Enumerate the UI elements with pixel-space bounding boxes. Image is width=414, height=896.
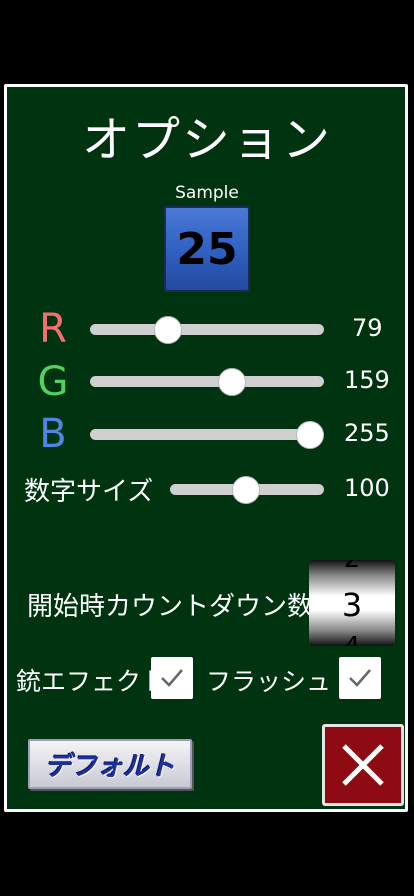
g-slider[interactable] [90,367,324,396]
countdown-current-value: 3 [341,586,363,624]
r-slider[interactable] [90,315,324,344]
number-size-value: 100 [344,474,390,502]
b-value: 255 [344,419,390,447]
gun-effect-checkbox[interactable] [151,657,193,699]
b-slider-knob[interactable] [296,420,324,449]
g-value: 159 [344,366,390,394]
page-title: オプション [81,112,332,168]
checkmark-icon [161,669,183,687]
countdown-picker[interactable]: 2 3 4 [309,560,395,646]
close-x-icon [342,744,384,786]
g-slider-knob[interactable] [217,367,246,396]
countdown-next-value: 4 [309,632,395,646]
sample-number: 25 [176,223,238,275]
sample-preview: 25 [164,206,250,292]
r-slider-knob[interactable] [153,315,182,344]
number-size-slider[interactable] [170,475,324,504]
number-size-slider-knob[interactable] [231,475,260,504]
b-slider[interactable] [90,420,324,449]
default-button-label: デフォルト [44,751,175,782]
checkmark-icon [349,669,371,687]
countdown-prev-value: 2 [309,560,395,574]
number-size-label: 数字サイズ [24,477,154,507]
sample-label: Sample [175,183,239,203]
flash-checkbox[interactable] [339,657,381,699]
close-button[interactable] [322,724,404,806]
default-button[interactable]: デフォルト [28,739,192,789]
r-value: 79 [352,314,383,342]
r-label: R [39,306,67,352]
gun-effect-label: 銃エフェクト [16,667,167,696]
g-label: G [37,359,69,405]
countdown-label: 開始時カウントダウン数 [27,592,314,622]
flash-label: フラッシュ [206,667,332,696]
b-label: B [39,411,67,457]
